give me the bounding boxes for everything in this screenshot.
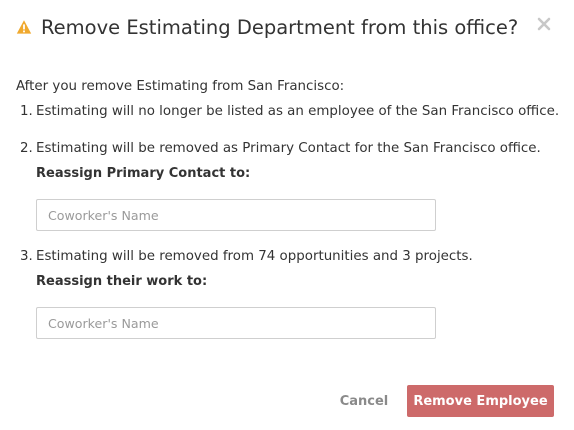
list-item-text: Estimating will no longer be listed as a… [36,104,560,119]
reassign-work-label: Reassign their work to: [36,274,208,289]
dialog-title: Remove Estimating Department from this o… [41,15,519,39]
list-item-number: 1. [20,104,33,119]
list-item: 2. Estimating will be removed as Primary … [20,141,541,156]
remove-employee-button[interactable]: Remove Employee [407,385,554,417]
list-item: 3. Estimating will be removed from 74 opp… [20,249,473,264]
list-item: 1. Estimating will no longer be listed as… [20,104,559,119]
dialog-header: Remove Estimating Department from this o… [16,12,518,42]
intro-text: After you remove Estimating from San Fra… [16,79,345,94]
warning-icon [16,20,32,34]
primary-contact-input[interactable] [36,199,436,231]
list-item-number: 2. [20,141,33,156]
reassign-work-input[interactable] [36,307,436,339]
list-item-text: Estimating will be removed as Primary Co… [36,141,541,156]
close-icon[interactable] [536,16,552,32]
cancel-button[interactable]: Cancel [332,386,396,416]
list-item-number: 3. [20,249,33,264]
list-item-text: Estimating will be removed from 74 oppor… [36,249,473,264]
reassign-primary-contact-label: Reassign Primary Contact to: [36,166,251,181]
remove-department-dialog: Remove Estimating Department from this o… [0,0,574,430]
